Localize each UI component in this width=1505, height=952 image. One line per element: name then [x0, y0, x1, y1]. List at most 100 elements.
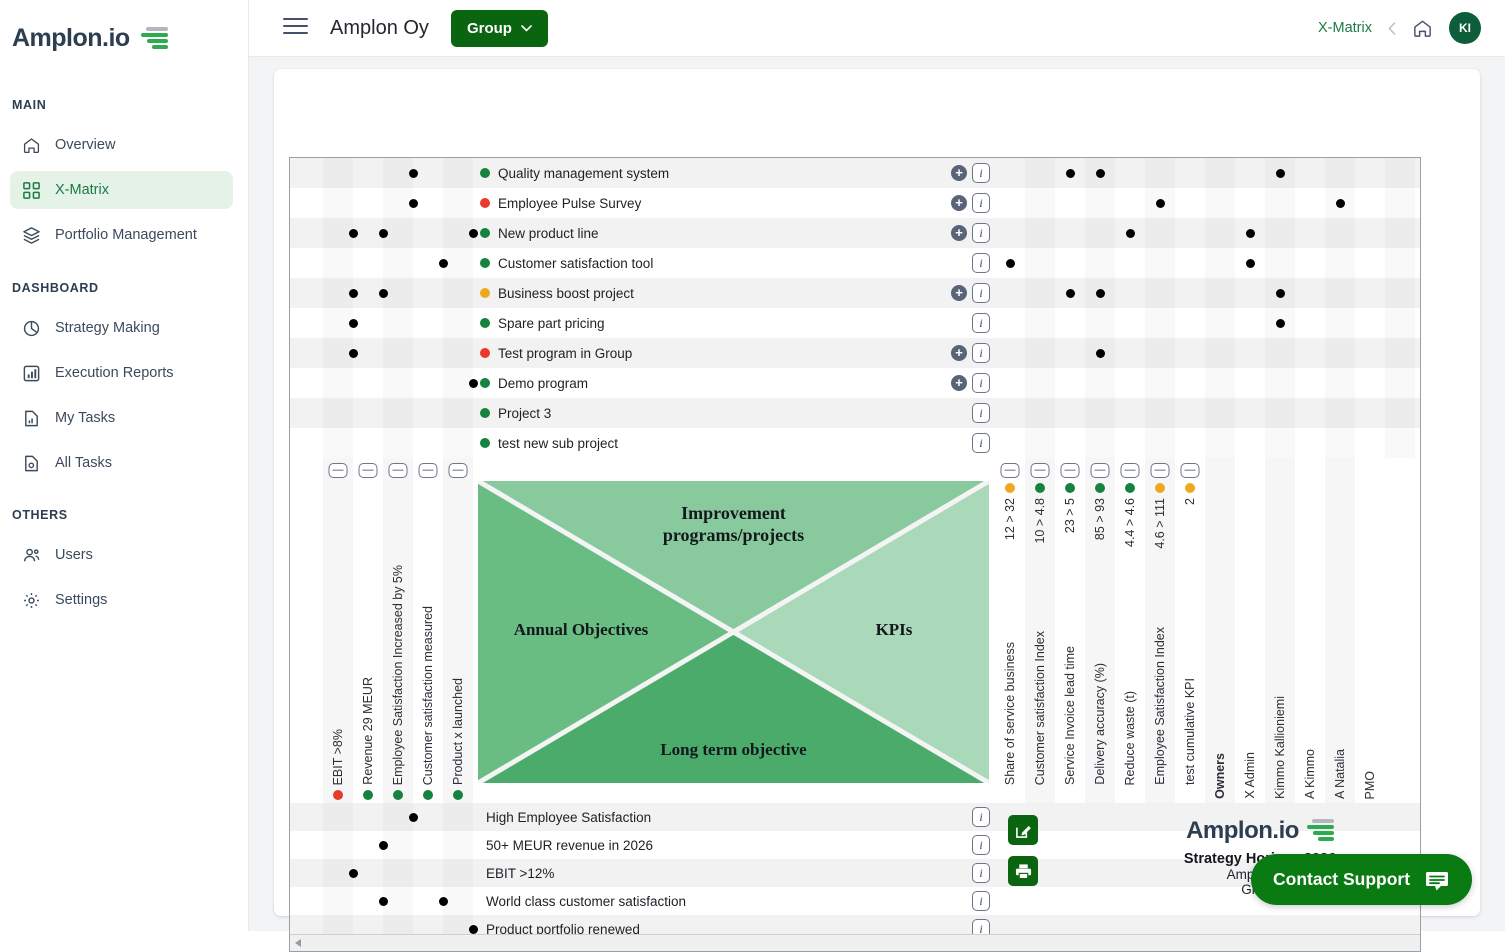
sidebar-item-execution-reports[interactable]: Execution Reports: [10, 354, 233, 392]
matrix-cell[interactable]: [1205, 188, 1235, 218]
matrix-cell[interactable]: [1085, 218, 1115, 248]
matrix-cell[interactable]: [443, 308, 473, 338]
matrix-cell[interactable]: [1145, 428, 1175, 458]
matrix-cell[interactable]: [1025, 188, 1055, 218]
correlation-dot[interactable]: [408, 168, 418, 178]
table-row[interactable]: Customer satisfaction tool i: [290, 248, 1420, 278]
matrix-cell[interactable]: [353, 248, 383, 278]
sidebar-item-all-tasks[interactable]: All Tasks: [10, 444, 233, 482]
matrix-cell[interactable]: [1115, 398, 1145, 428]
kpi-column[interactable]: — 4.4 > 4.6 Reduce waste (t): [1115, 458, 1145, 803]
owner-column[interactable]: X Admin: [1235, 458, 1265, 803]
matrix-cell[interactable]: [1115, 248, 1145, 278]
correlation-dot[interactable]: [348, 228, 358, 238]
matrix-cell[interactable]: [1145, 308, 1175, 338]
matrix-cell[interactable]: [1205, 278, 1235, 308]
matrix-cell[interactable]: [1325, 428, 1355, 458]
matrix-cell[interactable]: [1385, 398, 1415, 428]
matrix-cell[interactable]: [353, 803, 383, 831]
collapse-button[interactable]: —: [1060, 463, 1080, 478]
matrix-cell[interactable]: [1355, 278, 1385, 308]
matrix-cell[interactable]: [995, 368, 1025, 398]
matrix-cell[interactable]: [1325, 398, 1355, 428]
matrix-cell[interactable]: [1025, 368, 1055, 398]
kpi-column[interactable]: — 85 > 93 Delivery accuracy (%): [1085, 458, 1115, 803]
matrix-cell[interactable]: [1295, 428, 1325, 458]
hamburger-icon[interactable]: [283, 17, 308, 40]
matrix-cell[interactable]: [1085, 428, 1115, 458]
matrix-cell[interactable]: [1145, 338, 1175, 368]
matrix-cell[interactable]: [1175, 218, 1205, 248]
matrix-cell[interactable]: [995, 338, 1025, 368]
matrix-cell[interactable]: [1355, 338, 1385, 368]
matrix-cell[interactable]: [443, 158, 473, 188]
matrix-cell[interactable]: [1205, 368, 1235, 398]
matrix-cell[interactable]: [1175, 248, 1205, 278]
matrix-cell[interactable]: [413, 831, 443, 859]
matrix-cell[interactable]: [1025, 248, 1055, 278]
collapse-button[interactable]: —: [418, 463, 438, 478]
matrix-cell[interactable]: [1205, 248, 1235, 278]
kpi-column[interactable]: — 12 > 32 Share of service business: [995, 458, 1025, 803]
owner-column[interactable]: A Natalia: [1325, 458, 1355, 803]
matrix-cell[interactable]: [1025, 428, 1055, 458]
matrix-cell[interactable]: [1115, 368, 1145, 398]
matrix-cell[interactable]: [1265, 428, 1295, 458]
info-button[interactable]: i: [972, 253, 990, 273]
correlation-dot[interactable]: [468, 378, 478, 388]
matrix-cell[interactable]: [1265, 338, 1295, 368]
info-button[interactable]: i: [972, 193, 990, 213]
matrix-cell[interactable]: [413, 428, 443, 458]
matrix-cell[interactable]: [1145, 368, 1175, 398]
info-button[interactable]: i: [972, 807, 990, 827]
contact-support-button[interactable]: Contact Support: [1251, 854, 1473, 905]
matrix-cell[interactable]: [1295, 398, 1325, 428]
matrix-cell[interactable]: [323, 803, 353, 831]
avatar[interactable]: KI: [1449, 12, 1481, 44]
matrix-cell[interactable]: [413, 218, 443, 248]
matrix-cell[interactable]: [443, 887, 473, 915]
table-row[interactable]: Spare part pricing i: [290, 308, 1420, 338]
matrix-cell[interactable]: [1175, 278, 1205, 308]
matrix-cell[interactable]: [1025, 398, 1055, 428]
owner-dot[interactable]: [1335, 198, 1345, 208]
table-row[interactable]: Employee Pulse Survey + i: [290, 188, 1420, 218]
matrix-cell[interactable]: [1325, 338, 1355, 368]
matrix-cell[interactable]: [383, 428, 413, 458]
matrix-cell[interactable]: [1115, 278, 1145, 308]
correlation-dot[interactable]: [378, 896, 388, 906]
matrix-cell[interactable]: [1205, 338, 1235, 368]
matrix-cell[interactable]: [353, 428, 383, 458]
matrix-cell[interactable]: [413, 368, 443, 398]
matrix-cell[interactable]: [995, 308, 1025, 338]
matrix-cell[interactable]: [1385, 158, 1415, 188]
matrix-cell[interactable]: [995, 188, 1025, 218]
matrix-cell[interactable]: [1025, 308, 1055, 338]
home-icon[interactable]: [1412, 18, 1433, 39]
correlation-dot[interactable]: [408, 198, 418, 208]
matrix-cell[interactable]: [1055, 428, 1085, 458]
matrix-cell[interactable]: [353, 308, 383, 338]
matrix-cell[interactable]: [353, 398, 383, 428]
matrix-cell[interactable]: [1295, 308, 1325, 338]
correlation-dot[interactable]: [1095, 288, 1105, 298]
matrix-cell[interactable]: [1265, 248, 1295, 278]
matrix-cell[interactable]: [1115, 338, 1145, 368]
matrix-cell[interactable]: [1235, 188, 1265, 218]
collapse-button[interactable]: —: [1000, 463, 1020, 478]
collapse-button[interactable]: —: [1030, 463, 1050, 478]
owner-column[interactable]: PMO: [1355, 458, 1385, 803]
matrix-cell[interactable]: [1145, 248, 1175, 278]
matrix-cell[interactable]: [413, 158, 443, 188]
info-button[interactable]: i: [972, 163, 990, 183]
horizontal-scrollbar[interactable]: [290, 934, 1420, 951]
matrix-cell[interactable]: [323, 887, 353, 915]
collapse-button[interactable]: —: [1150, 463, 1170, 478]
matrix-cell[interactable]: [1115, 158, 1145, 188]
breadcrumb-xmatrix-link[interactable]: X-Matrix: [1318, 20, 1372, 36]
edit-button[interactable]: [1008, 815, 1038, 845]
matrix-cell[interactable]: [1235, 338, 1265, 368]
matrix-cell[interactable]: [1235, 398, 1265, 428]
matrix-cell[interactable]: [1355, 398, 1385, 428]
matrix-cell[interactable]: [1355, 368, 1385, 398]
